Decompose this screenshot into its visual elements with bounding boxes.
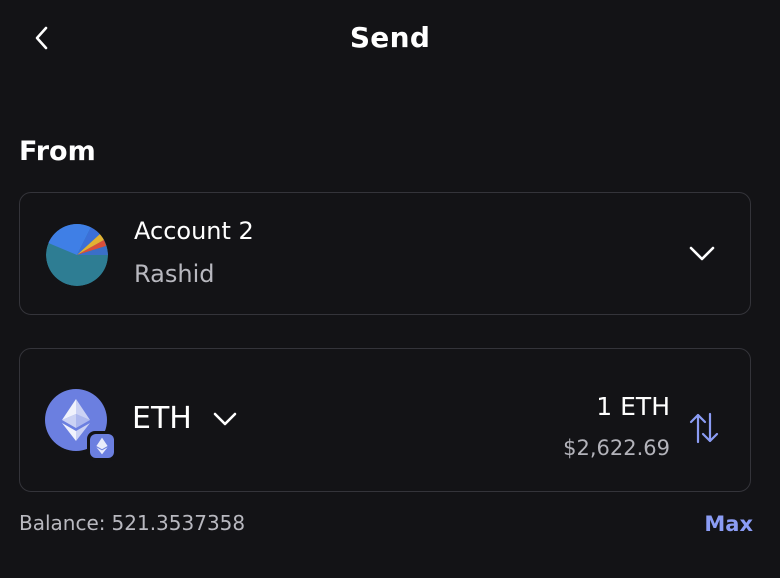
account-selector[interactable]: Account 2 Rashid [19, 192, 751, 315]
asset-amount-card: ETH 1 ETH $2,622.69 [19, 348, 751, 492]
fiat-value: $2,622.69 [563, 436, 670, 460]
balance-line: Balance: 521.3537358 [19, 509, 245, 537]
amount-input[interactable]: 1 ETH [596, 391, 670, 423]
account-avatar [46, 224, 108, 286]
balance-label: Balance: [19, 511, 106, 535]
page-title: Send [349, 21, 431, 54]
swap-arrows-icon[interactable] [688, 411, 720, 445]
chevron-down-icon [688, 241, 716, 265]
chevron-down-icon [212, 408, 238, 430]
send-screen: Send From Account 2 Rashid ETH 1 ETH $2,… [0, 0, 780, 578]
asset-symbol: ETH [132, 401, 192, 436]
account-name: Account 2 [134, 217, 254, 245]
account-subtitle: Rashid [134, 260, 215, 288]
max-button[interactable]: Max [704, 509, 753, 539]
asset-selector[interactable]: ETH [132, 399, 238, 439]
from-label: From [19, 136, 96, 167]
ethereum-network-icon [87, 431, 117, 461]
balance-value: 521.3537358 [111, 511, 246, 535]
